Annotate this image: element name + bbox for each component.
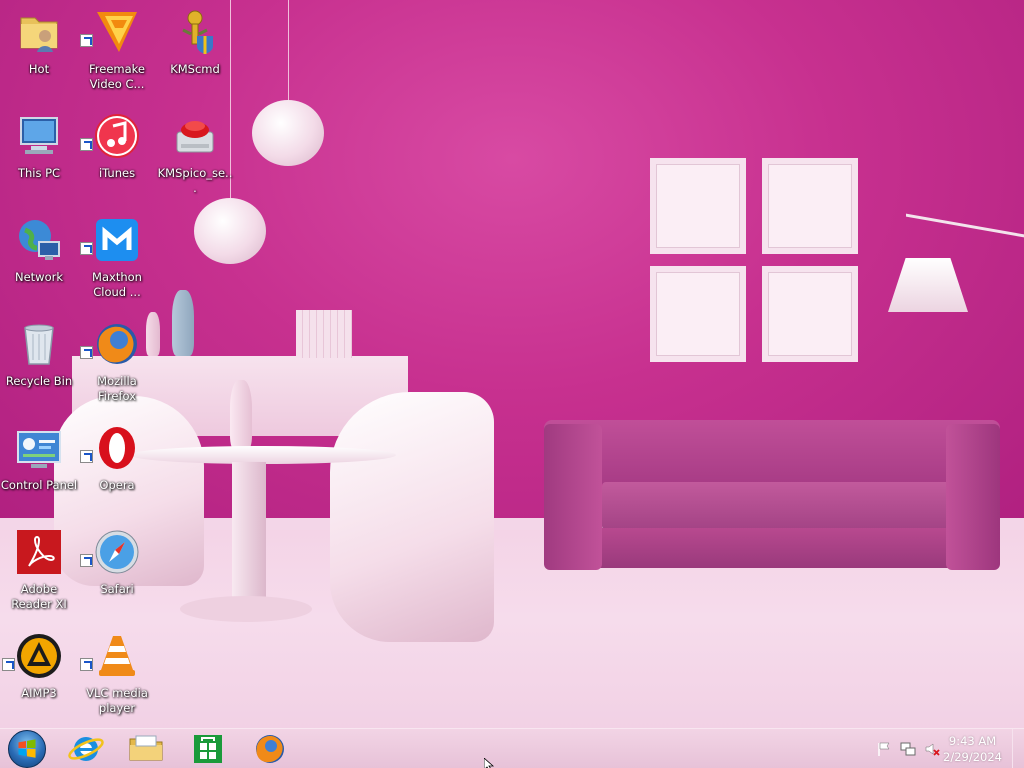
sofa-front — [600, 528, 950, 568]
itunes-icon — [95, 114, 139, 158]
mouse-pointer-icon — [484, 758, 495, 768]
desktop-icon-control-panel[interactable]: Control Panel — [0, 420, 78, 522]
pendant-cord — [288, 0, 289, 102]
icon-label: AIMP3 — [21, 686, 57, 700]
vase — [230, 380, 252, 450]
desktop-icon-kmscmd[interactable]: KMScmd — [156, 4, 234, 106]
desktop-icon-network[interactable]: Network — [0, 212, 78, 314]
taskbar-firefox[interactable] — [246, 731, 294, 767]
taskbar-file-explorer[interactable] — [122, 731, 170, 767]
pendant-lamp — [252, 100, 324, 166]
user-folder-icon — [20, 17, 58, 52]
icon-label: Adobe Reader XI — [11, 582, 67, 611]
internet-explorer-icon — [68, 737, 104, 761]
sofa-arm — [544, 424, 602, 570]
network-tray-icon[interactable] — [900, 741, 916, 757]
network-icon — [19, 220, 60, 260]
desktop-icon-freemake[interactable]: Freemake Video C... — [78, 4, 156, 106]
shortcut-arrow-icon — [80, 34, 93, 47]
shortcut-arrow-icon — [80, 138, 93, 151]
wall-frame — [650, 158, 746, 254]
vase — [172, 290, 194, 356]
icon-label: Safari — [100, 582, 134, 596]
taskbar-windows-store[interactable] — [184, 731, 232, 767]
desktop-icon-recycle-bin[interactable]: Recycle Bin — [0, 316, 78, 418]
desktop-icon-vlc[interactable]: VLC media player — [78, 628, 156, 730]
windows-logo-icon — [18, 739, 36, 758]
shortcut-arrow-icon — [80, 450, 93, 463]
shortcut-arrow-icon — [80, 554, 93, 567]
icon-label: Recycle Bin — [5, 374, 73, 388]
icon-label: Maxthon Cloud ... — [92, 270, 142, 299]
taskbar: 9:43 AM 2/29/2024 — [0, 728, 1024, 768]
sofa-seat — [602, 482, 950, 530]
wall-frame — [762, 266, 858, 362]
store-icon — [194, 735, 222, 763]
chair — [330, 392, 494, 642]
clock-date: 2/29/2024 — [943, 750, 1002, 764]
icon-label: Hot — [28, 62, 50, 76]
firefox-icon — [256, 735, 284, 763]
table-base — [180, 596, 312, 622]
icon-label: Network — [14, 270, 64, 284]
shortcut-arrow-icon — [80, 658, 93, 671]
icon-label: This PC — [17, 166, 61, 180]
sofa-back — [544, 420, 1000, 484]
show-desktop-button[interactable] — [1012, 729, 1024, 768]
desktop-icon-firefox[interactable]: Mozilla Firefox — [78, 316, 156, 418]
desktop-icon-maxthon[interactable]: Maxthon Cloud ... — [78, 212, 156, 314]
sofa-arm — [946, 424, 1000, 570]
icon-label: VLC media player — [86, 686, 148, 715]
vlc-icon — [99, 636, 135, 676]
volume-muted-icon[interactable] — [924, 741, 940, 757]
desktop-icon-adobe-reader[interactable]: Adobe Reader XI — [0, 524, 78, 626]
recycle-bin-icon — [24, 324, 54, 365]
start-button[interactable] — [8, 730, 46, 768]
safari-icon — [95, 530, 139, 574]
system-tray: 9:43 AM 2/29/2024 — [864, 729, 1024, 768]
icon-label: KMScmd — [170, 62, 220, 76]
icon-label: Opera — [99, 478, 135, 492]
control-panel-icon — [17, 431, 61, 468]
wall-frame — [762, 158, 858, 254]
desktop-icon-hot[interactable]: Hot — [0, 4, 78, 106]
file-explorer-icon — [129, 735, 163, 761]
desktop-icon-safari[interactable]: Safari — [78, 524, 156, 626]
desktop-icon-itunes[interactable]: iTunes — [78, 108, 156, 210]
adobe-reader-icon — [17, 530, 61, 574]
books — [296, 310, 352, 358]
action-center-flag-icon[interactable] — [876, 741, 892, 757]
taskbar-internet-explorer[interactable] — [62, 731, 110, 767]
aimp-icon — [17, 634, 61, 678]
firefox-icon — [97, 324, 137, 364]
icon-label: Control Panel — [0, 478, 78, 492]
opera-icon — [99, 427, 135, 469]
maxthon-icon — [96, 219, 138, 261]
wall-frame — [650, 266, 746, 362]
desktop-icon-aimp3[interactable]: AIMP3 — [0, 628, 78, 730]
clock-time: 9:43 AM — [948, 734, 997, 748]
shortcut-arrow-icon — [2, 658, 15, 671]
desktop-icon-kmspico[interactable]: KMSpico_se... — [156, 108, 234, 210]
kmspico-icon — [176, 121, 214, 153]
kmscmd-icon — [182, 10, 213, 54]
desktop-icon-opera[interactable]: Opera — [78, 420, 156, 522]
freemake-video-icon — [97, 12, 137, 52]
icon-label: Mozilla Firefox — [97, 374, 137, 403]
shortcut-arrow-icon — [80, 242, 93, 255]
icon-label: KMSpico_se... — [157, 166, 233, 195]
taskbar-clock[interactable]: 9:43 AM 2/29/2024 — [943, 733, 1002, 765]
desktop-icon-this-pc[interactable]: This PC — [0, 108, 78, 210]
shortcut-arrow-icon — [80, 346, 93, 359]
icon-label: Freemake Video C... — [89, 62, 145, 91]
icon-label: iTunes — [98, 166, 136, 180]
table-leg — [232, 462, 266, 602]
computer-icon — [20, 117, 58, 154]
